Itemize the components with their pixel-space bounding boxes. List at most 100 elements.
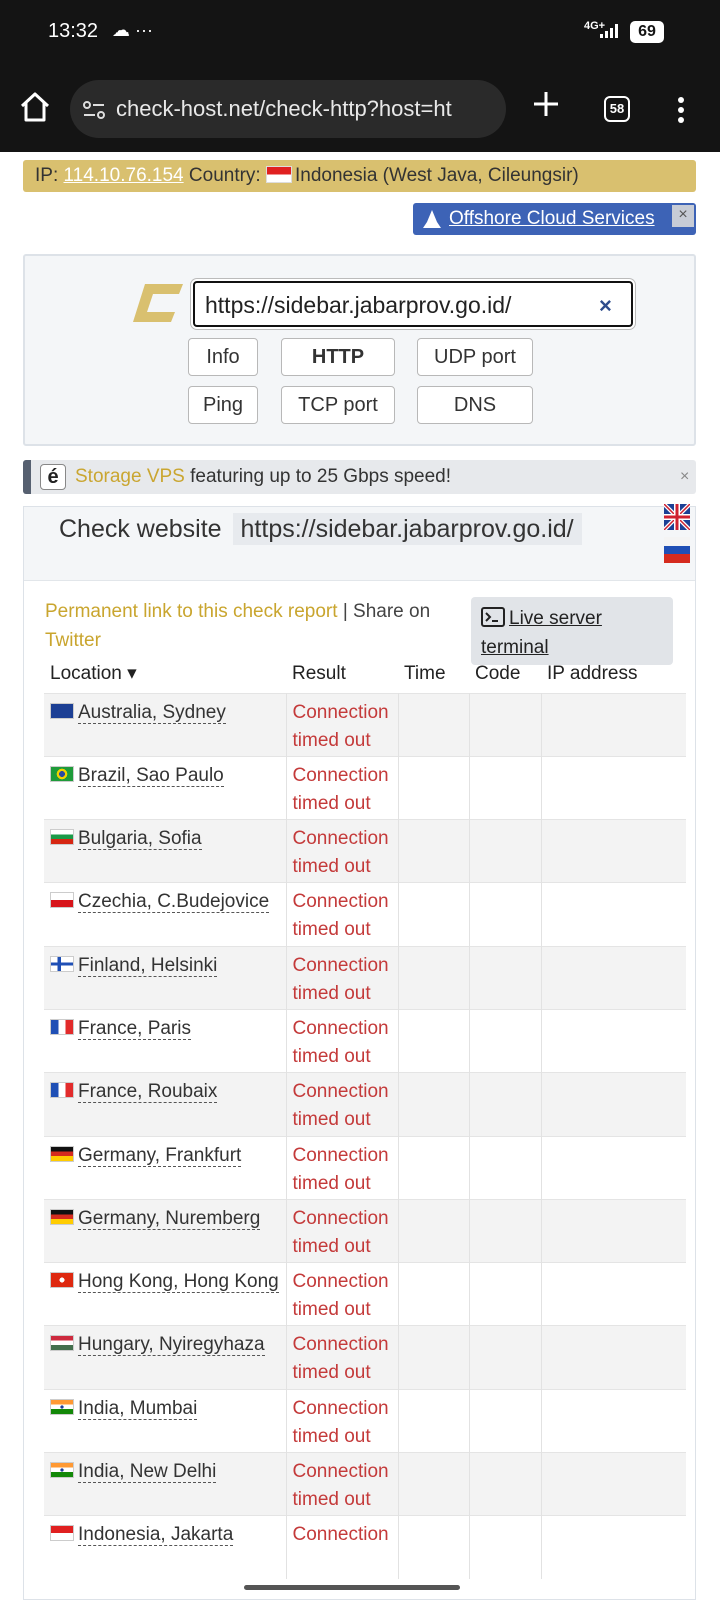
location-cell: Hong Kong, Hong Kong (44, 1263, 286, 1326)
report-title-prefix: Check website (59, 515, 222, 543)
clear-input-icon[interactable]: × (599, 293, 612, 319)
close-ad-button[interactable]: × (672, 205, 694, 227)
location-cell: Czechia, C.Budejovice (44, 883, 286, 946)
tab-switcher-button[interactable]: 58 (604, 96, 630, 122)
ping-button[interactable]: Ping (188, 386, 258, 424)
permanent-link[interactable]: Permanent link to this check report (45, 601, 338, 622)
ip-address-cell (540, 946, 686, 1010)
result-text: Connection (292, 954, 389, 976)
location-cell: France, Paris (44, 1009, 286, 1072)
country-flag-icon (50, 1462, 74, 1479)
table-header-row: Location ▾ Result Time Code IP address (44, 655, 686, 693)
country-flag-icon (50, 1398, 74, 1415)
terminal-link-line1[interactable]: Live server (509, 608, 602, 629)
location-cell: France, Roubaix (44, 1072, 286, 1137)
result-text: Connection (292, 1334, 389, 1356)
table-row: Hong Kong, Hong Kong Connection timed out (44, 1262, 686, 1326)
info-button[interactable]: Info (188, 338, 258, 376)
report-header: Check website https://sidebar.jabarprov.… (24, 504, 695, 581)
time-cell (397, 756, 469, 820)
location-cell: India, Mumbai (44, 1389, 286, 1452)
ip-info-bar: IP: 114.10.76.154 Country: Indonesia (We… (23, 160, 696, 192)
location-label[interactable]: Indonesia, Jakarta (78, 1524, 234, 1547)
result-cell: Connection timed out (285, 1262, 398, 1326)
location-column-header[interactable]: Location ▾ (44, 655, 286, 693)
location-cell: Finland, Helsinki (44, 946, 286, 1010)
result-cell: Connection timed out (285, 1136, 398, 1200)
location-cell: Germany, Frankfurt (44, 1136, 286, 1199)
host-input[interactable]: https://sidebar.jabarprov.go.id/ × (193, 281, 633, 327)
code-cell (468, 756, 541, 820)
address-bar[interactable]: check-host.net/check-http?host=ht (70, 80, 506, 138)
time-cell (397, 946, 469, 1010)
tcp-port-button[interactable]: TCP port (281, 386, 395, 424)
vps-ad-highlight[interactable]: Storage VPS (75, 466, 185, 487)
location-label[interactable]: France, Roubaix (78, 1081, 218, 1104)
location-label[interactable]: Czechia, C.Budejovice (78, 891, 270, 914)
notification-icons: ☁ ··· (112, 20, 153, 40)
location-cell: Australia, Sydney (44, 693, 286, 757)
location-label[interactable]: Hong Kong, Hong Kong (78, 1271, 279, 1294)
table-row: Germany, Frankfurt Connection timed out (44, 1136, 686, 1200)
table-row: Australia, Sydney Connection timed out (44, 693, 686, 757)
code-cell (468, 1452, 541, 1516)
http-button[interactable]: HTTP (281, 338, 395, 376)
ip-address-cell (540, 1325, 686, 1390)
close-vps-ad-button[interactable]: × (680, 460, 689, 494)
offshore-ad-link[interactable]: Offshore Cloud Services (449, 203, 655, 235)
ip-address-cell (540, 1072, 686, 1137)
result-cell: Connection (285, 1515, 398, 1580)
new-tab-icon[interactable] (530, 88, 562, 120)
location-label[interactable]: Brazil, Sao Paulo (78, 764, 224, 787)
location-label[interactable]: Finland, Helsinki (78, 954, 218, 977)
code-cell (468, 1262, 541, 1326)
country-flag-icon (50, 1525, 74, 1542)
country-flag-icon (50, 765, 74, 782)
more-menu-icon[interactable] (676, 96, 686, 124)
time-cell (397, 1515, 469, 1580)
location-label[interactable]: Germany, Nuremberg (78, 1207, 261, 1230)
location-label[interactable]: India, Mumbai (78, 1397, 198, 1420)
location-label[interactable]: Bulgaria, Sofia (78, 828, 202, 851)
location-cell: Germany, Nuremberg (44, 1199, 286, 1263)
site-settings-icon[interactable] (82, 99, 106, 121)
ip-link[interactable]: 114.10.76.154 (64, 165, 184, 186)
location-label[interactable]: France, Paris (78, 1017, 191, 1040)
udp-port-button[interactable]: UDP port (417, 338, 533, 376)
result-cell: Connection timed out (285, 1199, 398, 1263)
result-text: timed out (292, 1235, 371, 1257)
result-text: Connection (292, 764, 389, 786)
ip-label: IP: (35, 165, 59, 186)
country-flag-icon (50, 1082, 74, 1099)
table-row: Brazil, Sao Paulo Connection timed out (44, 756, 686, 820)
twitter-link[interactable]: Twitter (45, 630, 101, 651)
result-text: timed out (292, 1299, 371, 1321)
offshore-ad-banner[interactable]: Offshore Cloud Services × (413, 203, 696, 235)
result-text: Connection (292, 1397, 389, 1419)
ip-address-cell (540, 882, 686, 947)
result-cell: Connection timed out (285, 693, 398, 757)
check-report: Check website https://sidebar.jabarprov.… (23, 504, 696, 1600)
home-icon[interactable] (18, 90, 52, 124)
dns-button[interactable]: DNS (417, 386, 533, 424)
code-cell (468, 1325, 541, 1390)
result-cell: Connection timed out (285, 1452, 398, 1516)
location-label[interactable]: India, New Delhi (78, 1461, 217, 1484)
vps-provider-icon: é (40, 464, 66, 490)
time-column-header: Time (404, 662, 446, 684)
time-cell (397, 1325, 469, 1390)
russian-language-icon[interactable] (664, 537, 690, 563)
location-label[interactable]: Hungary, Nyiregyhaza (78, 1334, 265, 1357)
location-label[interactable]: Australia, Sydney (78, 701, 226, 724)
location-cell: India, New Delhi (44, 1452, 286, 1516)
time-cell (397, 1452, 469, 1516)
result-text: Connection (292, 1461, 389, 1483)
code-cell (468, 1515, 541, 1580)
vps-ad-banner[interactable]: é Storage VPS featuring up to 25 Gbps sp… (23, 460, 696, 494)
vps-ad-text[interactable]: Storage VPS featuring up to 25 Gbps spee… (75, 460, 451, 494)
host-input-value[interactable]: https://sidebar.jabarprov.go.id/ (205, 292, 511, 319)
vps-ad-description: featuring up to 25 Gbps speed! (184, 466, 452, 487)
location-label[interactable]: Germany, Frankfurt (78, 1144, 242, 1167)
english-language-icon[interactable] (664, 504, 690, 530)
url-text[interactable]: check-host.net/check-http?host=ht (116, 96, 452, 122)
